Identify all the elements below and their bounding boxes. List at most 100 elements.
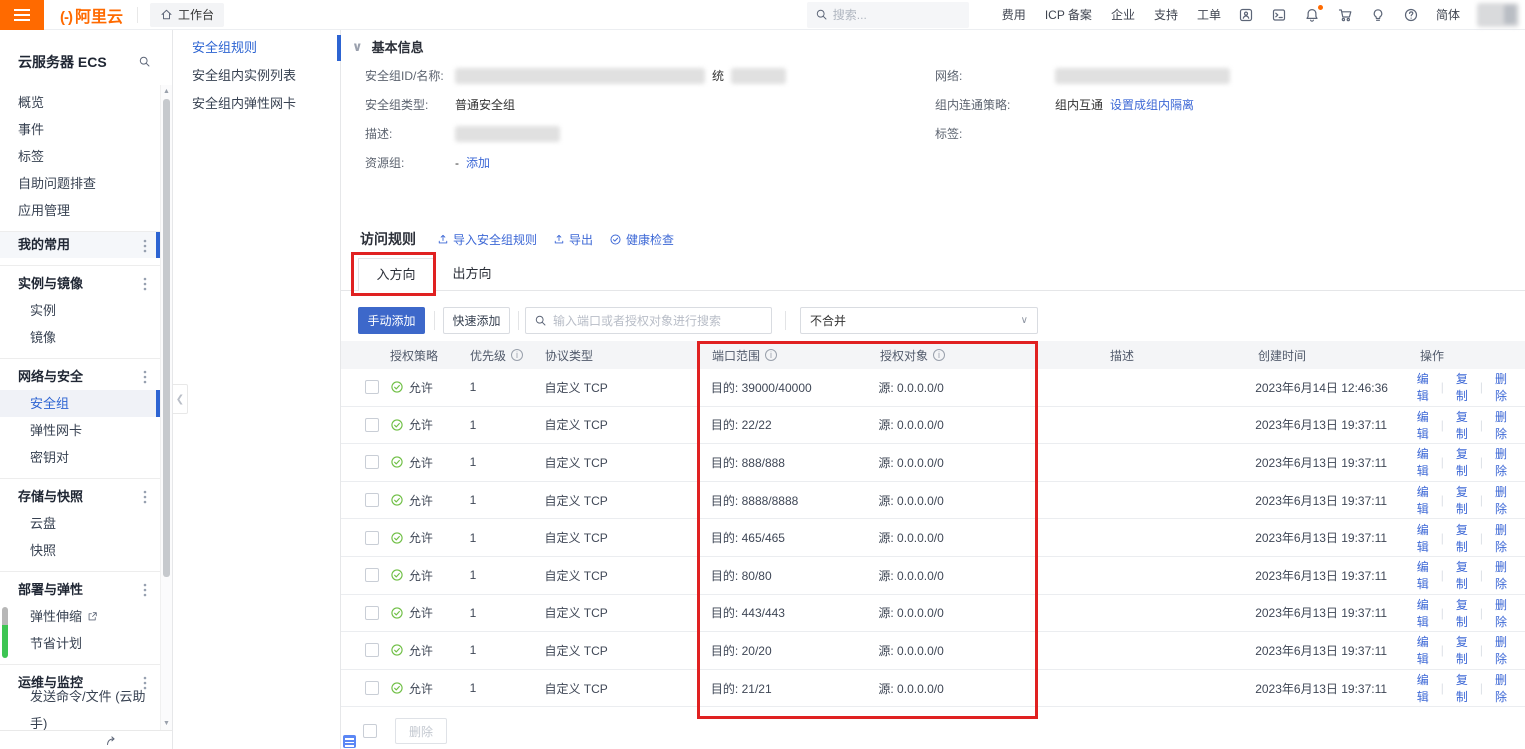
sidebar-item[interactable]: 快照 [0, 537, 161, 564]
sidebar-section-title[interactable]: 网络与安全 [0, 363, 161, 390]
sidebar-section-title[interactable]: 存储与快照 [0, 483, 161, 510]
sidebar-section-title[interactable]: 实例与镜像 [0, 270, 161, 297]
row-action-link[interactable]: 编辑 [1417, 445, 1429, 479]
header-search-input[interactable] [833, 2, 963, 28]
bulb-icon[interactable] [1370, 7, 1386, 23]
sidebar-item[interactable]: 发送命令/文件 (云助手) [0, 696, 161, 723]
more-dots-icon[interactable] [143, 370, 147, 384]
sidebar-item[interactable]: 弹性网卡 [0, 417, 161, 444]
row-action-link[interactable]: 复制 [1456, 671, 1468, 705]
health-check-link[interactable]: 健康检查 [609, 231, 674, 248]
row-action-link[interactable]: 复制 [1456, 558, 1468, 592]
batch-delete-button[interactable]: 删除 [395, 718, 447, 744]
sidebar-item[interactable]: 自助问题排查 [0, 170, 161, 197]
header-menu-item[interactable]: 费用 [1002, 6, 1026, 23]
row-action-link[interactable]: 删除 [1495, 671, 1507, 705]
sidebar-item[interactable]: 概览 [0, 89, 161, 116]
tab-inbound[interactable]: 入方向 [358, 258, 434, 291]
quick-add-button[interactable]: 快速添加 [443, 307, 510, 334]
sidebar-item-favorites[interactable]: 我的常用 [0, 232, 161, 258]
row-action-link[interactable]: 复制 [1456, 521, 1468, 555]
hamburger-menu-icon[interactable] [0, 0, 44, 30]
forward-arrow-icon[interactable] [105, 734, 119, 747]
aliyun-logo[interactable]: (-) 阿里云 [60, 3, 123, 27]
language-switch[interactable]: 简体 [1436, 6, 1460, 23]
doc-widget-icon[interactable] [343, 735, 356, 748]
row-action-link[interactable]: 编辑 [1417, 483, 1429, 517]
row-action-link[interactable]: 删除 [1495, 558, 1507, 592]
row-action-link[interactable]: 编辑 [1417, 370, 1429, 404]
row-checkbox[interactable] [365, 568, 379, 582]
row-action-link[interactable]: 复制 [1456, 596, 1468, 630]
rule-search-box[interactable] [525, 307, 772, 334]
more-dots-icon[interactable] [143, 277, 147, 291]
row-action-link[interactable]: 复制 [1456, 483, 1468, 517]
info-icon[interactable]: i [765, 349, 777, 361]
row-action-link[interactable]: 删除 [1495, 408, 1507, 442]
sidebar-scrollbar[interactable]: ▲ ▼ [160, 85, 172, 730]
cart-icon[interactable] [1337, 7, 1353, 23]
header-menu-item[interactable]: 企业 [1111, 6, 1135, 23]
header-menu-item[interactable]: 支持 [1154, 6, 1178, 23]
row-action-link[interactable]: 编辑 [1417, 408, 1429, 442]
sidebar-item[interactable]: 标签 [0, 143, 161, 170]
sidebar-item[interactable]: 镜像 [0, 324, 161, 351]
row-action-link[interactable]: 删除 [1495, 596, 1507, 630]
row-action-link[interactable]: 删除 [1495, 445, 1507, 479]
row-action-link[interactable]: 删除 [1495, 521, 1507, 555]
app-center-icon[interactable] [1238, 7, 1254, 23]
sidebar-item[interactable]: 实例 [0, 297, 161, 324]
row-checkbox[interactable] [365, 493, 379, 507]
rule-search-input[interactable] [553, 308, 768, 333]
sidebar-item[interactable]: 事件 [0, 116, 161, 143]
workbench-button[interactable]: 工作台 [150, 3, 224, 27]
row-action-link[interactable]: 编辑 [1417, 633, 1429, 667]
sidebar-item[interactable]: 节省计划 [0, 630, 161, 657]
tab-outbound[interactable]: 出方向 [444, 258, 500, 291]
scroll-down-icon[interactable]: ▼ [161, 720, 172, 727]
row-checkbox[interactable] [365, 681, 379, 695]
header-menu-item[interactable]: 工单 [1197, 6, 1221, 23]
field-action-link[interactable]: 设置成组内隔离 [1110, 96, 1194, 113]
sidebar-section-title[interactable]: 部署与弹性 [0, 576, 161, 603]
header-menu-item[interactable]: ICP 备案 [1045, 6, 1092, 23]
subnav-item[interactable]: 安全组规则 [173, 34, 340, 62]
bell-icon[interactable] [1304, 7, 1320, 23]
row-action-link[interactable]: 编辑 [1417, 596, 1429, 630]
scroll-up-icon[interactable]: ▲ [161, 88, 172, 95]
info-icon[interactable]: i [511, 349, 523, 361]
row-checkbox[interactable] [365, 643, 379, 657]
row-action-link[interactable]: 复制 [1456, 633, 1468, 667]
terminal-icon[interactable] [1271, 7, 1287, 23]
avatar[interactable] [1477, 3, 1519, 27]
row-checkbox[interactable] [365, 606, 379, 620]
header-search[interactable] [807, 2, 969, 28]
subnav-item[interactable]: 安全组内实例列表 [173, 62, 340, 90]
row-action-link[interactable]: 删除 [1495, 483, 1507, 517]
row-checkbox[interactable] [365, 418, 379, 432]
row-action-link[interactable]: 删除 [1495, 633, 1507, 667]
more-dots-icon[interactable] [143, 583, 147, 597]
sidebar-item[interactable]: 安全组 [0, 390, 161, 417]
row-action-link[interactable]: 编辑 [1417, 521, 1429, 555]
sidebar-item[interactable]: 密钥对 [0, 444, 161, 471]
info-icon[interactable]: i [933, 349, 945, 361]
more-dots-icon[interactable] [143, 490, 147, 504]
export-link[interactable]: 导出 [553, 231, 593, 248]
sidebar-item[interactable]: 云盘 [0, 510, 161, 537]
row-checkbox[interactable] [365, 455, 379, 469]
row-action-link[interactable]: 复制 [1456, 445, 1468, 479]
sidebar-search-icon[interactable] [138, 55, 151, 68]
row-action-link[interactable]: 编辑 [1417, 671, 1429, 705]
sidebar-collapse-handle[interactable]: ❮ [173, 384, 188, 414]
sidebar-item[interactable]: 应用管理 [0, 197, 161, 224]
sidebar-item[interactable]: 弹性伸缩 [0, 603, 161, 630]
footer-checkbox[interactable] [363, 724, 377, 738]
row-checkbox[interactable] [365, 380, 379, 394]
subnav-item[interactable]: 安全组内弹性网卡 [173, 90, 340, 118]
collapse-chevron-icon[interactable]: ∨ [352, 39, 363, 55]
more-dots-icon[interactable] [143, 239, 147, 253]
row-action-link[interactable]: 编辑 [1417, 558, 1429, 592]
manual-add-button[interactable]: 手动添加 [358, 307, 425, 334]
help-icon[interactable] [1403, 7, 1419, 23]
